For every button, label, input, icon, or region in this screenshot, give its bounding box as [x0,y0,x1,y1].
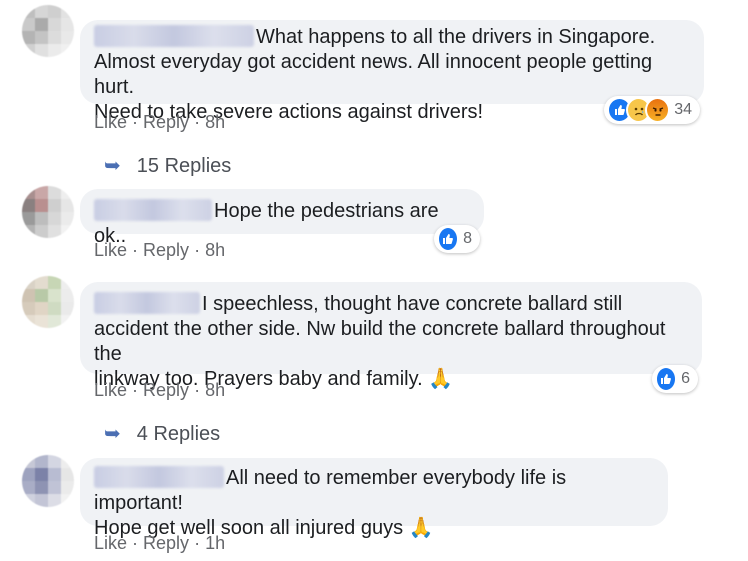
comment-text: accident the other side. Nw build the co… [94,318,666,365]
comment-text: Almost everyday got accident news. All i… [94,51,653,98]
avatar[interactable] [22,5,74,57]
separator: · [132,112,139,132]
reply-link[interactable]: Reply [143,240,189,261]
comment-text: What happens to all the drivers in Singa… [256,26,656,48]
view-replies-link[interactable]: ➥ 15 Replies [104,153,231,178]
replies-label: 4 Replies [136,423,221,445]
author-name[interactable] [94,292,200,314]
separator: · [194,240,201,260]
reply-link[interactable]: Reply [143,112,189,133]
avatar[interactable] [22,186,74,238]
avatar[interactable] [22,276,74,328]
like-link[interactable]: Like [94,112,127,133]
comment-actions: Like · Reply · 8h [94,380,225,401]
comment-bubble: I speechless, thought have concrete ball… [80,282,702,390]
reaction-summary[interactable]: 34 [604,96,700,124]
like-icon [437,226,460,252]
reply-link[interactable]: Reply [143,533,189,554]
reply-link[interactable]: Reply [143,380,189,401]
separator: · [194,533,201,553]
comment-text: I speechless, thought have concrete ball… [202,293,623,315]
comment-bubble: Hope the pedestrians are ok.. [80,189,484,247]
like-link[interactable]: Like [94,533,127,554]
comment-actions: Like · Reply · 8h [94,112,225,133]
reply-arrow-icon: ➥ [104,423,121,445]
reaction-count: 34 [674,101,692,118]
pray-icon: 🙏 [408,517,434,539]
replies-label: 15 Replies [136,155,232,177]
view-replies-link[interactable]: ➥ 4 Replies [104,421,220,446]
reply-arrow-icon: ➥ [104,155,121,177]
pray-icon: 🙏 [428,368,454,390]
separator: · [194,112,201,132]
avatar[interactable] [22,455,74,507]
timestamp[interactable]: 1h [205,533,225,554]
timestamp[interactable]: 8h [205,380,225,401]
comment-actions: Like · Reply · 1h [94,533,225,554]
reaction-summary[interactable]: 6 [652,365,698,393]
separator: · [132,240,139,260]
angry-icon [645,97,671,123]
reaction-summary[interactable]: 8 [434,225,480,253]
timestamp[interactable]: 8h [205,240,225,261]
author-name[interactable] [94,25,254,47]
reaction-count: 8 [463,230,472,247]
separator: · [132,380,139,400]
comment-actions: Like · Reply · 8h [94,240,225,261]
timestamp[interactable]: 8h [205,112,225,133]
comment-bubble: All need to remember everybody life is i… [80,458,668,539]
like-icon [655,366,678,392]
separator: · [194,380,201,400]
author-name[interactable] [94,199,212,221]
comment-bubble: What happens to all the drivers in Singa… [80,20,704,123]
like-link[interactable]: Like [94,380,127,401]
like-link[interactable]: Like [94,240,127,261]
author-name[interactable] [94,466,224,488]
reaction-count: 6 [681,370,690,387]
separator: · [132,533,139,553]
